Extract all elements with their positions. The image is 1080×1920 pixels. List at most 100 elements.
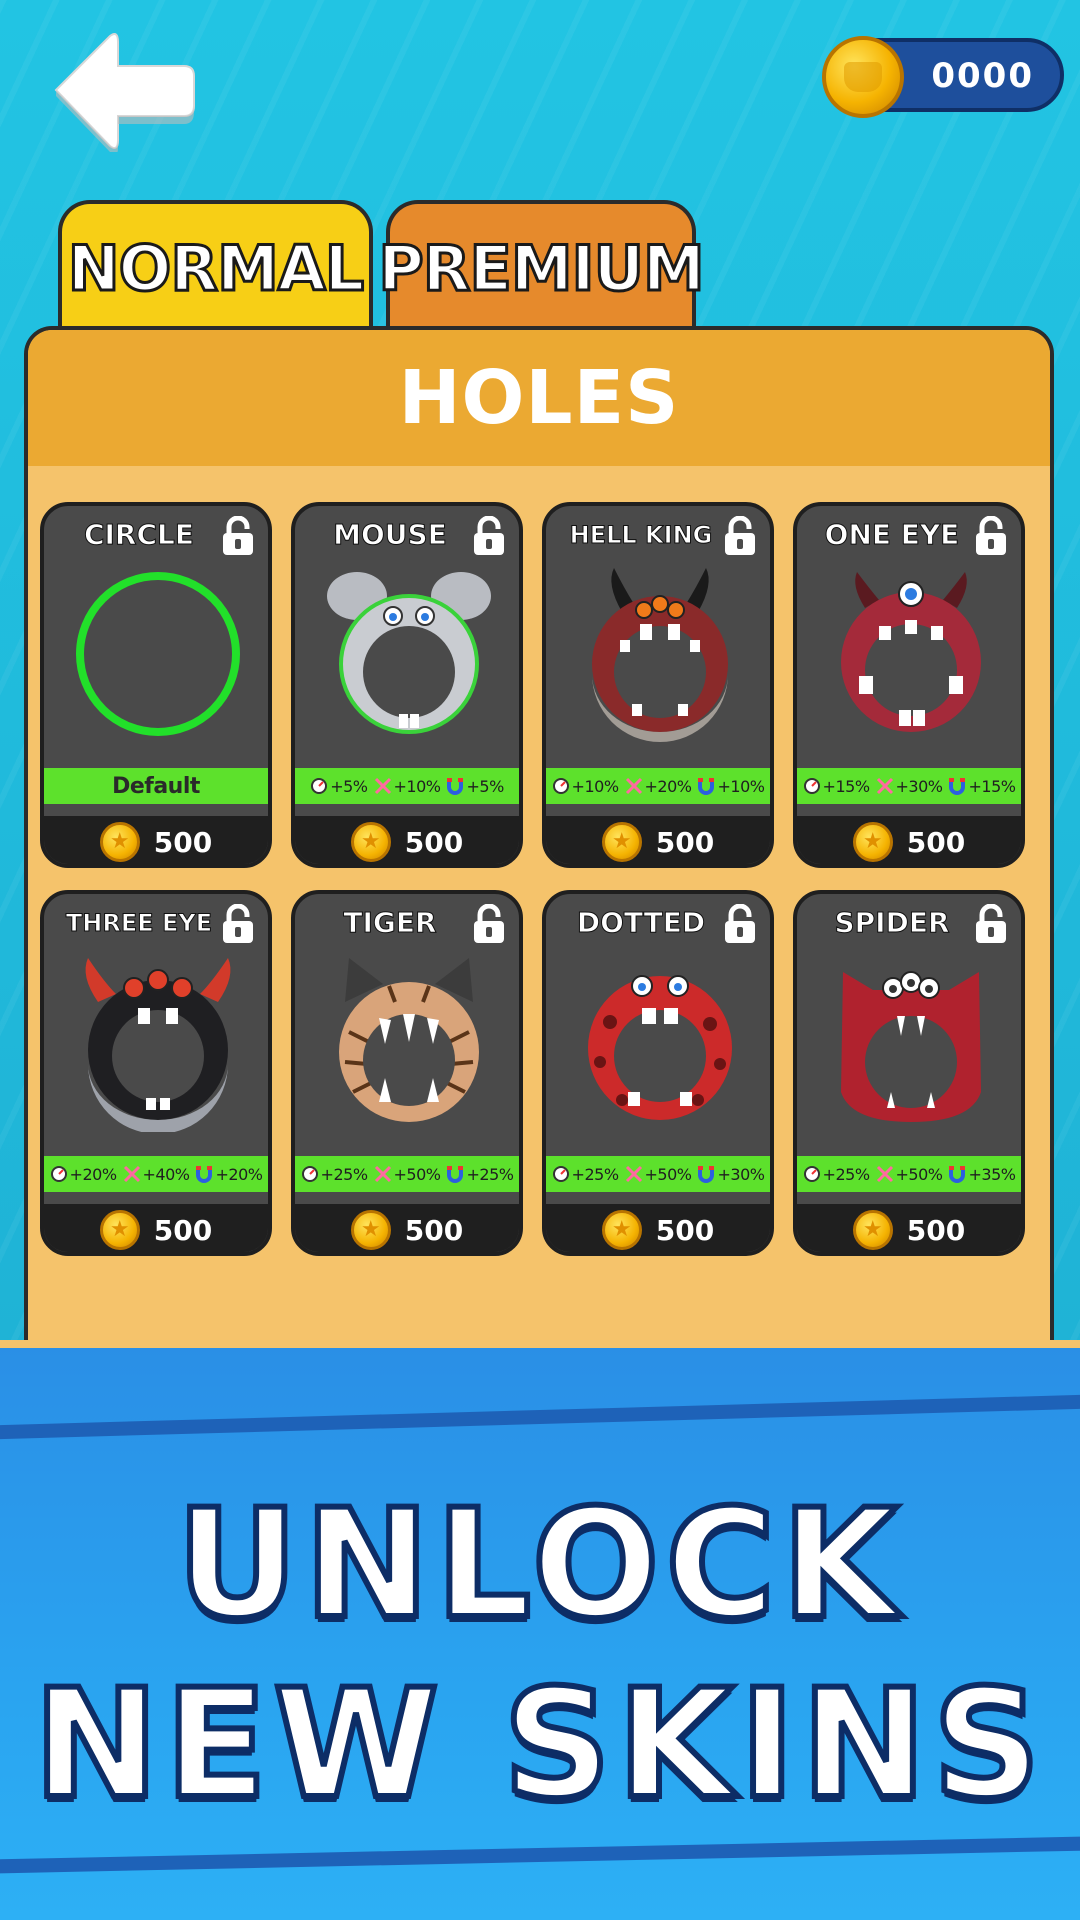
coin-icon	[99, 1210, 140, 1250]
magnet-icon	[698, 1166, 715, 1183]
promo-banner: UNLOCK NEW SKINS	[0, 1340, 1080, 1920]
price-bar: 500	[797, 816, 1021, 864]
panel-title: HOLES	[398, 355, 680, 441]
price: 500	[153, 825, 213, 859]
magnet-stat: +5%	[466, 776, 504, 796]
lock-icon	[725, 516, 755, 555]
price-bar: 500	[546, 1204, 770, 1252]
lock-icon	[725, 904, 755, 943]
back-button[interactable]	[48, 32, 198, 155]
expand-icon	[876, 777, 893, 795]
price-bar: 500	[44, 1204, 268, 1252]
price: 500	[906, 825, 966, 859]
back-arrow-icon	[54, 33, 195, 155]
speed-stat: +20%	[69, 1164, 117, 1184]
tiger-hole-icon	[339, 958, 479, 1122]
magnet-icon	[698, 778, 715, 795]
speed-stat: +10%	[571, 776, 619, 796]
one-eye-hole-icon	[841, 572, 981, 732]
coin-icon	[350, 1210, 391, 1250]
stats-bar: +20% +40% +20%	[44, 1156, 268, 1192]
speed-stat: +15%	[822, 776, 870, 796]
price: 500	[404, 825, 464, 859]
lock-icon	[223, 904, 253, 943]
spider-hole-icon	[841, 971, 981, 1122]
price-bar: 500	[797, 1204, 1021, 1252]
price-bar: 500	[295, 816, 519, 864]
price: 500	[906, 1213, 966, 1247]
size-stat: +40%	[142, 1164, 190, 1184]
skin-name: HELL KING	[569, 521, 713, 550]
lock-icon	[474, 904, 504, 943]
banner-stripe	[0, 1394, 1080, 1440]
skin-card-hell-king[interactable]: HELL KING +10% +20% +10% 500	[542, 502, 774, 868]
default-label: Default	[44, 768, 268, 804]
coin-icon	[99, 822, 140, 862]
stats-bar: +25% +50% +25%	[295, 1156, 519, 1192]
price: 500	[153, 1213, 213, 1247]
coin-count: 0000	[931, 56, 1034, 96]
tab-premium[interactable]: PREMIUM	[377, 200, 706, 332]
circle-hole-icon	[76, 572, 240, 736]
coin-icon	[852, 822, 893, 862]
lock-icon	[976, 904, 1006, 943]
speedometer-icon	[552, 1166, 569, 1182]
stats-bar: +10% +20% +10%	[546, 768, 770, 804]
size-stat: +30%	[895, 776, 943, 796]
coin-icon	[350, 822, 391, 862]
skin-name: DOTTED	[576, 906, 706, 940]
stats-bar: +25% +50% +30%	[546, 1156, 770, 1192]
size-stat: +50%	[644, 1164, 692, 1184]
tab-normal[interactable]: NORMAL	[58, 200, 373, 332]
skin-card-mouse[interactable]: MOUSE +5% +10% +5% 500	[291, 502, 523, 868]
stats-bar: +25% +50% +35%	[797, 1156, 1021, 1192]
skin-card-spider[interactable]: SPIDER +25% +50% +35% 500	[793, 890, 1025, 1256]
panel-header: HOLES	[28, 330, 1050, 466]
skin-name: THREE EYE	[65, 909, 213, 938]
stats-bar: +5% +10% +5%	[295, 768, 519, 804]
skin-name: ONE EYE	[824, 518, 960, 552]
magnet-icon	[949, 1166, 966, 1183]
speedometer-icon	[803, 778, 820, 794]
dotted-hole-icon	[588, 975, 732, 1120]
skin-name: CIRCLE	[83, 518, 195, 552]
magnet-stat: +20%	[215, 1164, 263, 1184]
three-eye-hole-icon	[85, 958, 231, 1132]
expand-icon	[374, 777, 391, 795]
speedometer-icon	[50, 1166, 67, 1182]
skin-name: SPIDER	[834, 906, 950, 940]
promo-line-1: UNLOCK	[173, 1475, 904, 1655]
skin-card-one-eye[interactable]: ONE EYE +15% +30% +15% 500	[793, 502, 1025, 868]
coin-icon	[601, 822, 642, 862]
magnet-icon	[447, 1166, 464, 1183]
speed-stat: +25%	[571, 1164, 619, 1184]
banner-stripe	[0, 1836, 1080, 1874]
magnet-stat: +35%	[968, 1164, 1016, 1184]
skin-card-tiger[interactable]: TIGER +25% +50% +25% 500	[291, 890, 523, 1256]
coin-icon	[852, 1210, 893, 1250]
lock-icon	[474, 516, 504, 555]
skin-card-three-eye[interactable]: THREE EYE +20% +40% +20% 500	[40, 890, 272, 1256]
lock-icon	[976, 516, 1006, 555]
price-bar: 500	[44, 816, 268, 864]
skin-card-circle[interactable]: CIRCLE Default 500	[40, 502, 272, 868]
skin-card-dotted[interactable]: DOTTED +25% +50% +30% 500	[542, 890, 774, 1256]
magnet-stat: +30%	[717, 1164, 765, 1184]
size-stat: +10%	[393, 776, 441, 796]
price: 500	[655, 1213, 715, 1247]
price: 500	[655, 825, 715, 859]
promo-line-2: NEW SKINS	[30, 1655, 1047, 1835]
coin-icon	[822, 36, 904, 118]
skin-name: TIGER	[343, 906, 437, 940]
lock-icon	[223, 516, 253, 555]
speedometer-icon	[311, 778, 328, 794]
mouse-hole-icon	[327, 572, 491, 734]
size-stat: +20%	[644, 776, 692, 796]
hell-king-hole-icon	[592, 568, 728, 742]
speed-stat: +5%	[330, 776, 368, 796]
magnet-icon	[447, 778, 464, 795]
coin-counter: 0000	[822, 36, 1064, 118]
price: 500	[404, 1213, 464, 1247]
expand-icon	[876, 1165, 893, 1183]
speed-stat: +25%	[822, 1164, 870, 1184]
